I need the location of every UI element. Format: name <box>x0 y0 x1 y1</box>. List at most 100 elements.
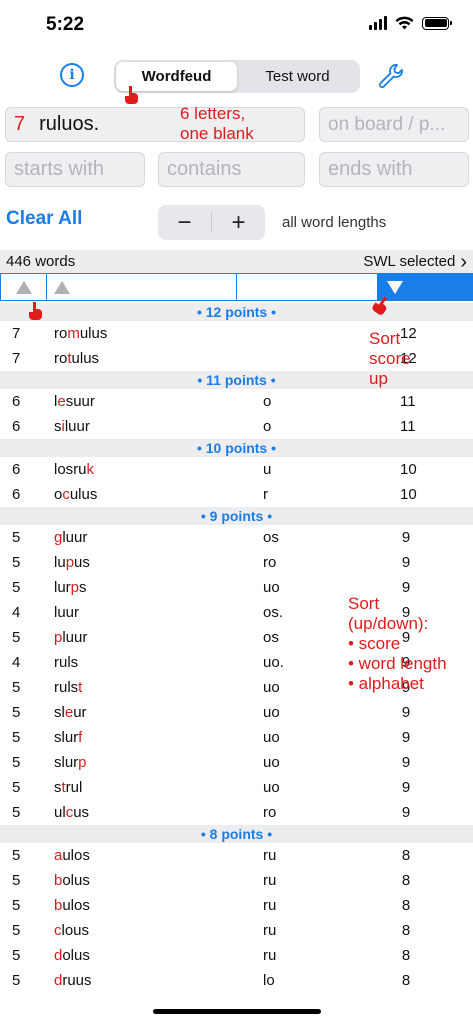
list-item[interactable]: 5 slurp uo 9 <box>0 750 473 775</box>
list-item[interactable]: 5 bulos ru 8 <box>0 893 473 918</box>
remaining-letters: uo. <box>263 654 284 671</box>
word-part: losru <box>54 461 87 478</box>
word-part: s <box>54 779 62 796</box>
word-text: clous <box>54 922 89 939</box>
word-text: lupus <box>54 554 90 571</box>
word-part: slur <box>54 729 79 746</box>
list-item[interactable]: 5 gluur os 9 <box>0 525 473 550</box>
word-text: rulst <box>54 679 82 696</box>
word-part: ulos <box>62 847 90 864</box>
list-item[interactable]: 6 siluur o 11 <box>0 414 473 439</box>
list-item[interactable]: 5 lupus ro 9 <box>0 550 473 575</box>
letters-value: ruluos. <box>39 113 100 135</box>
word-part: us <box>74 554 90 571</box>
contains-input[interactable]: contains <box>158 152 305 187</box>
list-item[interactable]: 5 clous ru 8 <box>0 918 473 943</box>
word-list-selector[interactable]: SWL selected › <box>363 252 467 272</box>
word-text: losruk <box>54 461 94 478</box>
word-text: lesuur <box>54 393 95 410</box>
status-icons <box>369 16 452 30</box>
word-part: luur <box>54 604 80 621</box>
word-part: ulos <box>62 897 90 914</box>
word-score: 9 <box>401 554 411 571</box>
word-part: ul <box>54 804 66 821</box>
wrench-icon[interactable] <box>376 62 406 92</box>
word-text: gluur <box>54 529 87 546</box>
list-item[interactable]: 5 slurf uo 9 <box>0 725 473 750</box>
list-item[interactable]: 5 bolus ru 8 <box>0 868 473 893</box>
word-score: 8 <box>401 972 411 986</box>
word-length: 5 <box>12 754 21 771</box>
word-text: slurp <box>54 754 87 771</box>
list-item[interactable]: 5 strul uo 9 <box>0 775 473 800</box>
word-part: ulus <box>69 486 98 503</box>
remaining-letters: r <box>263 486 268 503</box>
word-part: suur <box>65 393 95 410</box>
list-item[interactable]: 5 sleur uo 9 <box>0 700 473 725</box>
word-score: 11 <box>400 393 416 410</box>
signal-icon <box>369 16 387 30</box>
segment-test-word[interactable]: Test word <box>237 62 358 91</box>
word-text: pluur <box>54 629 87 646</box>
word-part: sl <box>54 704 65 721</box>
section-header: • 12 points • <box>0 303 473 321</box>
list-item[interactable]: 6 lesuur o 11 <box>0 389 473 414</box>
sort-up-icon <box>15 280 32 294</box>
list-item[interactable]: 5 ulcus ro 9 <box>0 800 473 825</box>
placed-letter: p <box>78 754 87 771</box>
word-part: luur <box>62 529 88 546</box>
starts-with-input[interactable]: starts with <box>5 152 145 187</box>
mode-segmented-control[interactable]: Wordfeud Test word <box>114 60 360 93</box>
word-part: ulus <box>71 350 100 367</box>
sort-alphabet-column[interactable] <box>47 274 237 300</box>
word-length: 6 <box>12 393 21 410</box>
status-time: 5:22 <box>46 14 85 35</box>
list-item[interactable]: 6 oculus r 10 <box>0 482 473 507</box>
remaining-letters: o <box>263 393 272 410</box>
word-length: 5 <box>12 872 21 889</box>
remaining-letters: ro <box>263 554 277 571</box>
chevron-right-icon: › <box>460 250 467 273</box>
word-text: strul <box>54 779 82 796</box>
word-score: 10 <box>400 461 417 478</box>
sort-length-column[interactable] <box>1 274 47 300</box>
remaining-letters: ru <box>263 847 277 864</box>
word-score: 8 <box>401 922 411 939</box>
decrement-button[interactable]: − <box>158 205 211 240</box>
word-length: 5 <box>12 704 21 721</box>
placed-letter: e <box>57 393 66 410</box>
remaining-letters: ru <box>263 872 277 889</box>
remaining-letters: u <box>263 461 272 478</box>
info-icon[interactable]: i <box>60 63 84 87</box>
ends-with-input[interactable]: ends with <box>319 152 469 187</box>
clear-all-button[interactable]: Clear All <box>6 208 82 230</box>
remaining-letters: ru <box>263 922 277 939</box>
sort-score-column[interactable] <box>378 274 472 300</box>
annotation-sort-score: Sort score up <box>369 329 411 388</box>
sort-header <box>0 273 473 301</box>
word-text: bolus <box>54 872 90 889</box>
word-length: 6 <box>12 461 21 478</box>
remaining-letters: lo <box>263 972 275 986</box>
sort-remaining-column[interactable] <box>237 274 378 300</box>
word-part: lous <box>61 922 90 939</box>
word-text: oculus <box>54 486 97 503</box>
remaining-letters: ro <box>263 804 277 821</box>
word-length: 5 <box>12 922 21 939</box>
word-part: slur <box>54 754 79 771</box>
on-board-input[interactable]: on board / p... <box>319 107 469 142</box>
word-length: 4 <box>12 654 21 671</box>
increment-button[interactable]: + <box>212 205 265 240</box>
word-part: us <box>73 804 90 821</box>
word-part: ur <box>73 704 87 721</box>
length-stepper[interactable]: − + <box>158 205 265 240</box>
remaining-letters: uo <box>263 679 280 696</box>
placed-letter: k <box>86 461 95 478</box>
list-item[interactable]: 5 aulos ru 8 <box>0 843 473 868</box>
list-item[interactable]: 6 losruk u 10 <box>0 457 473 482</box>
list-item[interactable]: 5 dolus ru 8 <box>0 943 473 968</box>
placed-letter: p <box>70 579 80 596</box>
word-text: ruls <box>54 654 78 671</box>
list-item[interactable]: 5 druus lo 8 <box>0 968 473 986</box>
annotation-letters: 6 letters, one blank <box>180 104 254 143</box>
